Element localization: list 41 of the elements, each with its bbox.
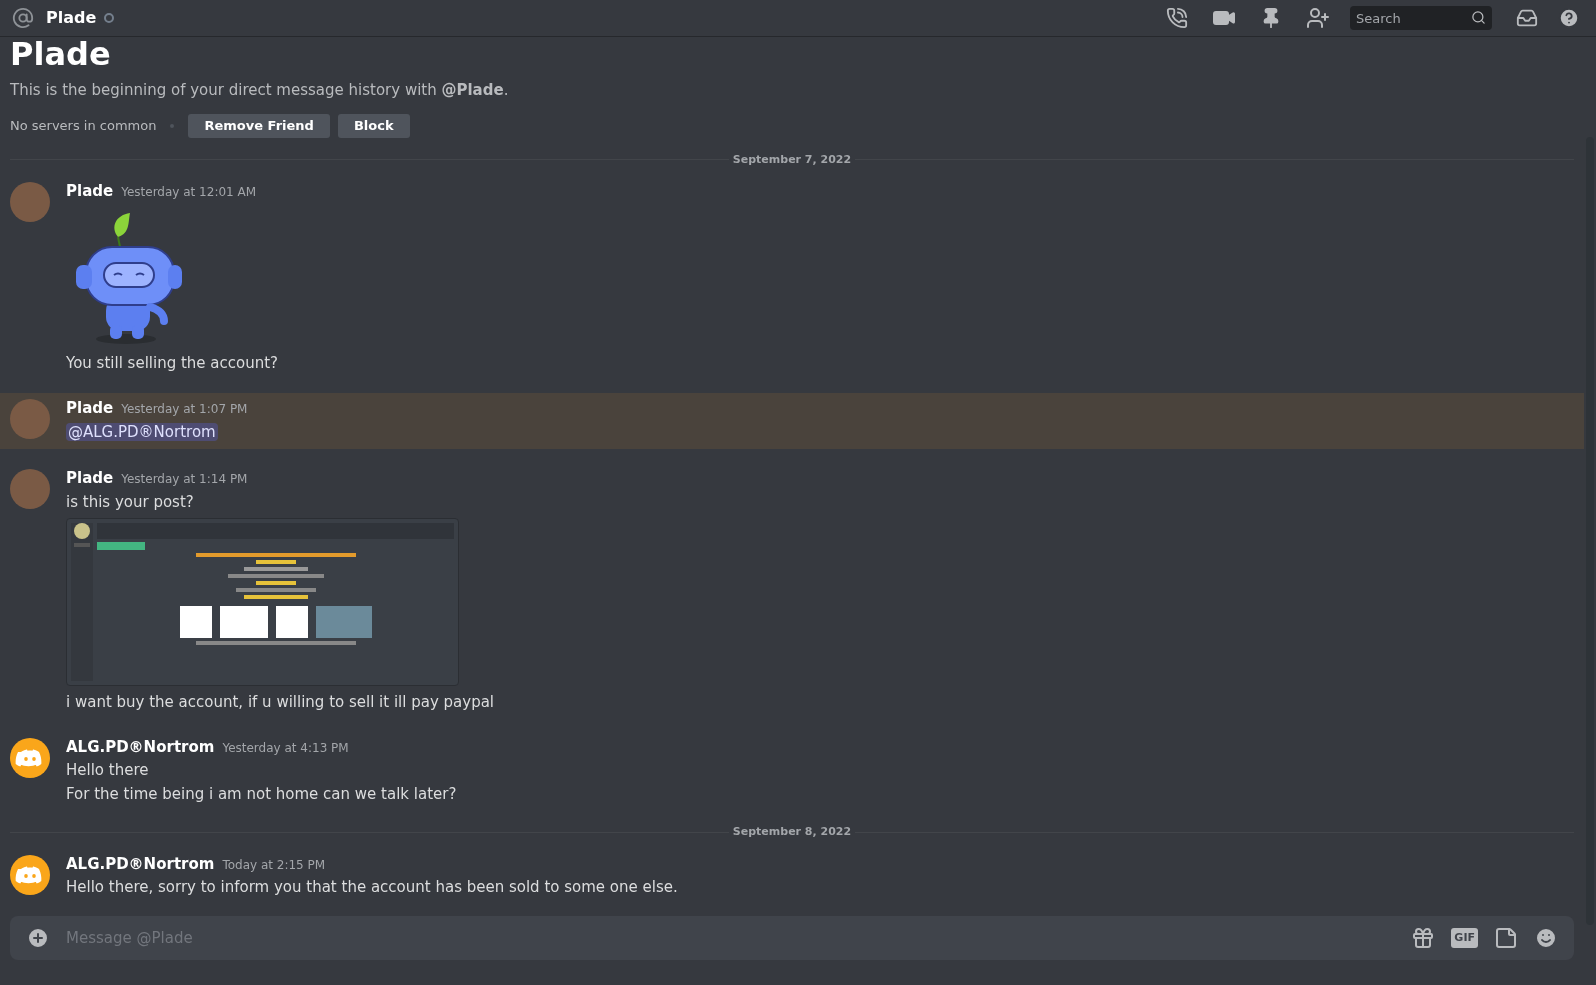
user-mention[interactable]: @ALG.PD®Nortrom [66,423,218,441]
profile-name-heading: Plade [10,35,112,73]
message-text: You still selling the account? [66,352,279,374]
add-attachment-icon[interactable] [26,926,50,950]
help-icon[interactable] [1558,7,1580,29]
search-icon [1471,9,1486,25]
author-name[interactable]: ALG.PD®Nortrom [66,852,215,875]
mutual-servers-text: No servers in common [10,116,157,135]
app-avatar-icon[interactable] [10,854,50,895]
app-avatar-icon[interactable] [10,737,50,778]
author-name[interactable]: Plade [66,467,114,490]
message-timestamp: Yesterday at 1:14 PM [121,471,248,488]
message-timestamp: Yesterday at 4:13 PM [222,739,349,757]
author-name[interactable]: ALG.PD®Nortrom [66,735,215,758]
message-text: Hello there [66,760,150,781]
forum-post-screenshot[interactable] [66,517,459,686]
offline-status-icon [104,13,115,23]
message-timestamp: Today at 2:15 PM [222,856,326,874]
gift-icon[interactable] [1411,926,1436,950]
search-field[interactable]: Search [1350,6,1492,31]
channel-title: Plade [46,7,97,29]
message-text: Hello there, sorry to inform you that the account has been sold to some one else. [66,877,678,898]
message-timestamp: Yesterday at 12:01 AM [121,184,257,201]
at-sign-icon [12,7,34,29]
profile-action-button[interactable]: Block [337,113,410,138]
intro-sentence: This is the beginning of your direct message history with @Plade. [10,80,510,101]
message-text: is this your post? [66,491,195,513]
emoji-icon[interactable] [1534,926,1558,950]
sticker-icon[interactable] [1494,926,1518,950]
message-timestamp: Yesterday at 1:07 PM [121,400,248,418]
message-text: For the time being i am not home can we talk later? [66,784,457,805]
author-name[interactable]: Plade [66,180,114,203]
inbox-icon[interactable] [1516,7,1538,29]
add-user-icon[interactable] [1306,6,1330,30]
date-divider-label: September 7, 2022 [731,151,853,168]
date-divider-label: September 8, 2022 [731,824,853,840]
voice-call-icon[interactable] [1166,7,1188,29]
author-name[interactable]: Plade [66,396,114,419]
profile-action-button[interactable]: Remove Friend [188,113,330,138]
message-text: i want buy the account, if u willing to sell it ill pay paypal [66,691,495,713]
gif-button[interactable]: GIF [1451,928,1478,948]
